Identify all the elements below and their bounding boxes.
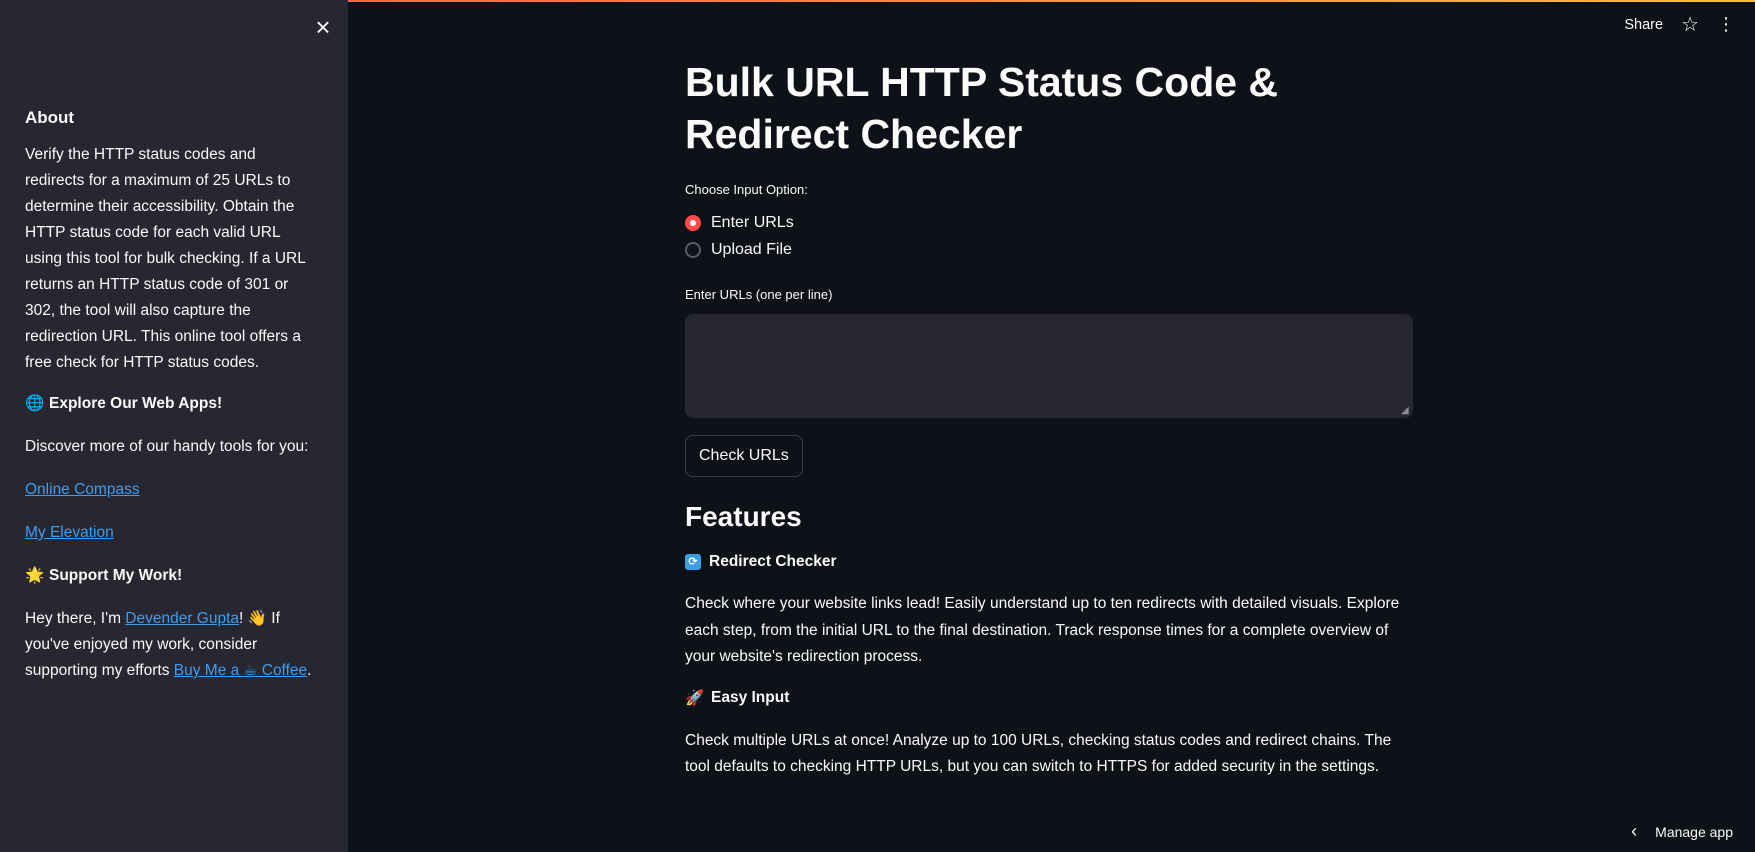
globe-icon: 🌐 bbox=[25, 395, 45, 412]
about-heading: About bbox=[25, 108, 75, 127]
radio-enter-urls-label: Enter URLs bbox=[711, 213, 794, 231]
radio-enter-urls[interactable]: Enter URLs bbox=[685, 209, 1413, 236]
my-elevation-link[interactable]: My Elevation bbox=[25, 524, 114, 541]
buy-me-coffee-link[interactable]: Buy Me a ☕ Coffee bbox=[174, 662, 307, 679]
feature-redirect-title: Redirect Checker bbox=[709, 553, 837, 570]
sun-icon: 🌟 bbox=[25, 567, 45, 584]
top-toolbar: Share ☆ ⋮ bbox=[1624, 14, 1735, 35]
explore-heading-text: Explore Our Web Apps! bbox=[49, 395, 223, 412]
sidebar: × About Verify the HTTP status codes and… bbox=[0, 0, 348, 852]
share-button[interactable]: Share bbox=[1624, 17, 1663, 33]
author-link[interactable]: Devender Gupta bbox=[125, 610, 239, 627]
star-icon[interactable]: ☆ bbox=[1681, 15, 1699, 35]
feature-redirect-text: Check where your website links lead! Eas… bbox=[685, 595, 1400, 665]
close-sidebar-icon[interactable]: × bbox=[310, 14, 336, 40]
main-area: Share ☆ ⋮ Bulk URL HTTP Status Code & Re… bbox=[348, 0, 1755, 852]
rocket-icon: 🚀 bbox=[685, 689, 705, 707]
explore-text: Discover more of our handy tools for you… bbox=[25, 438, 309, 455]
feature-easy-input-title: Easy Input bbox=[711, 689, 790, 706]
radio-upload-file[interactable]: Upload File bbox=[685, 236, 1413, 263]
chevron-left-icon: ‹ bbox=[1631, 821, 1638, 841]
support-text-1: Hey there, I'm bbox=[25, 610, 126, 627]
resize-handle-icon[interactable]: ◢ bbox=[1401, 406, 1411, 416]
refresh-icon: ⟳ bbox=[685, 554, 701, 570]
textarea-label: Enter URLs (one per line) bbox=[685, 287, 833, 302]
input-option-label: Choose Input Option: bbox=[685, 182, 808, 197]
manage-app-label: Manage app bbox=[1655, 823, 1733, 840]
radio-unselected-icon[interactable] bbox=[685, 241, 701, 258]
support-heading-text: Support My Work! bbox=[49, 567, 183, 584]
online-compass-link[interactable]: Online Compass bbox=[25, 481, 140, 498]
about-text: Verify the HTTP status codes and redirec… bbox=[25, 146, 306, 371]
features-heading: Features bbox=[685, 501, 802, 532]
feature-easy-input-heading: 🚀 Easy Input bbox=[685, 689, 1413, 708]
manage-app-button[interactable]: ‹ Manage app bbox=[1631, 821, 1733, 842]
feature-redirect-heading: ⟳ Redirect Checker bbox=[685, 553, 1413, 571]
main-content: Bulk URL HTTP Status Code & Redirect Che… bbox=[685, 56, 1413, 799]
check-urls-button[interactable]: Check URLs bbox=[685, 435, 803, 477]
page-title: Bulk URL HTTP Status Code & Redirect Che… bbox=[685, 59, 1279, 157]
more-menu-icon[interactable]: ⋮ bbox=[1717, 14, 1735, 35]
feature-easy-input-text: Check multiple URLs at once! Analyze up … bbox=[685, 731, 1392, 776]
urls-textarea[interactable]: ◢ bbox=[685, 314, 1413, 418]
radio-selected-icon[interactable] bbox=[685, 214, 701, 231]
support-heading: 🌟 Support My Work! bbox=[25, 563, 318, 589]
support-text-3: . bbox=[307, 662, 312, 679]
explore-heading: 🌐 Explore Our Web Apps! bbox=[25, 391, 318, 417]
radio-upload-file-label: Upload File bbox=[711, 240, 792, 258]
support-text: Hey there, I'm Devender Gupta! 👋 If you'… bbox=[25, 606, 318, 684]
